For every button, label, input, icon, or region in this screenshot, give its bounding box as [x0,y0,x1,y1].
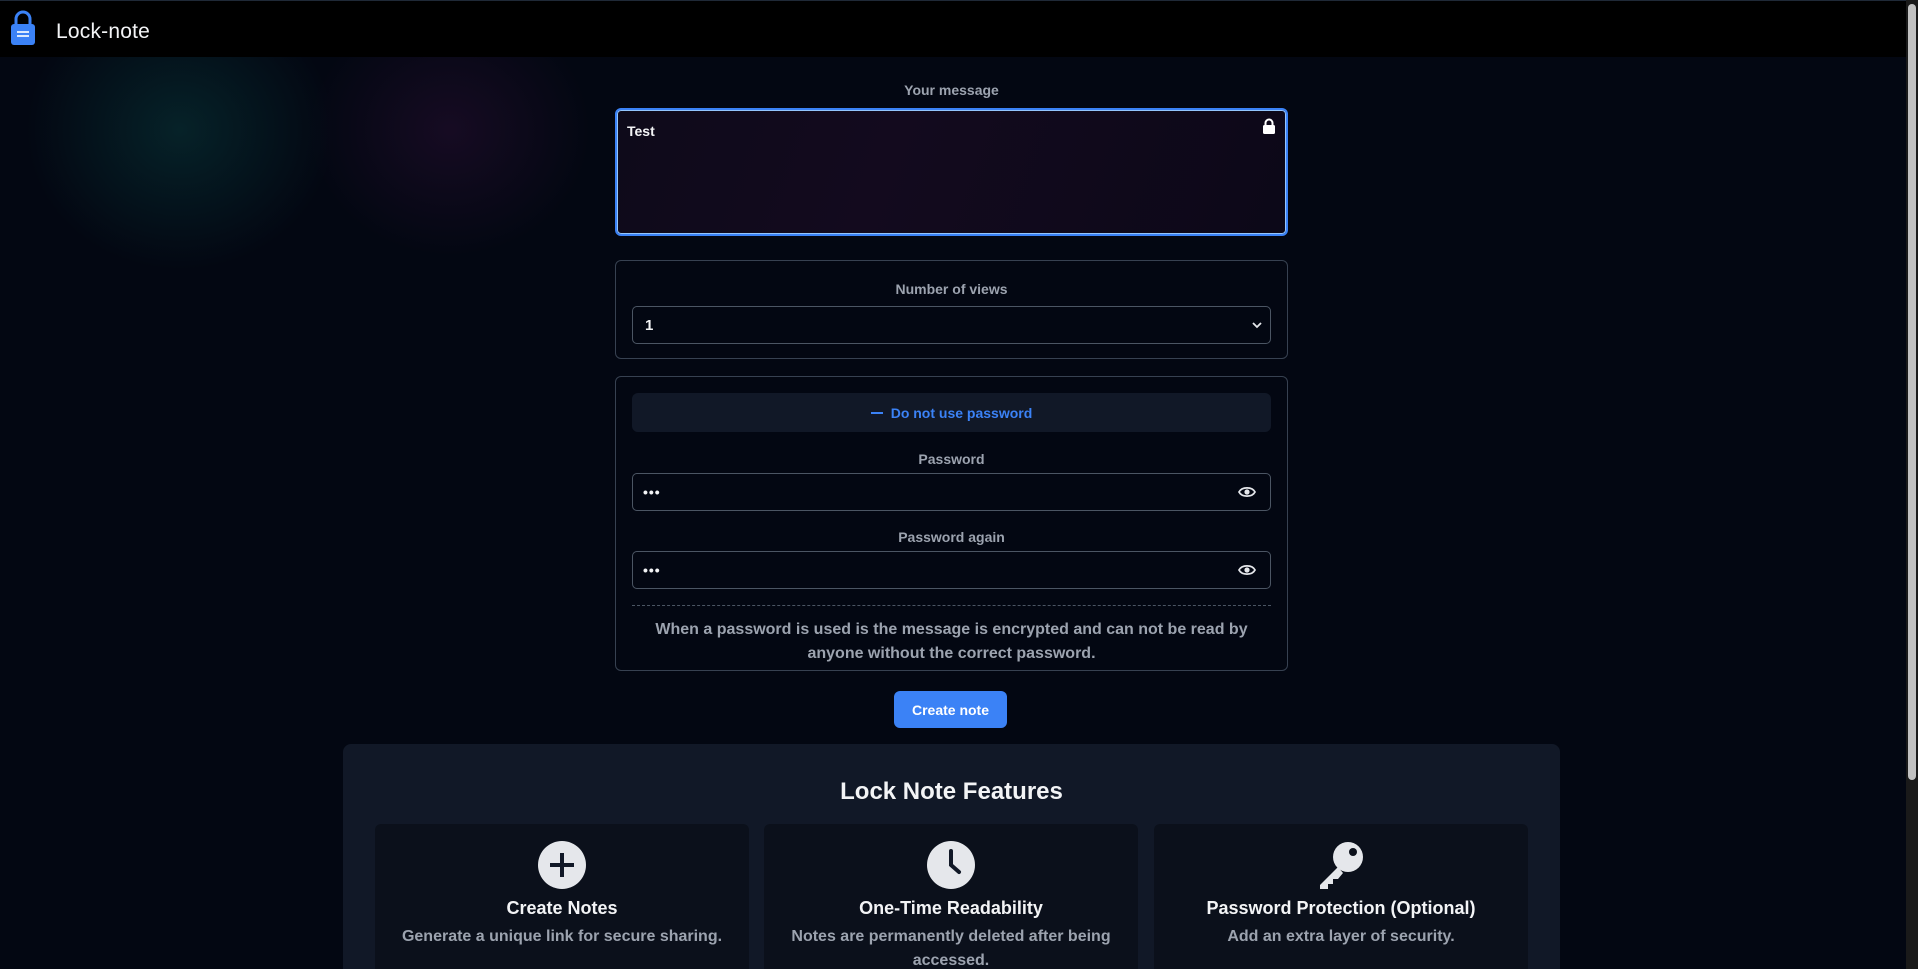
plus-circle-icon [538,841,586,889]
note-form: Your message Number of views 1 Do not us… [615,80,1288,671]
feature-desc: Generate a unique link for secure sharin… [401,928,723,945]
message-textarea[interactable] [617,110,1286,234]
page: Lock-note Your message Number of views 1… [0,0,1918,969]
feature-desc: Notes are permanently deleted after bein… [791,928,1111,969]
clock-icon [927,841,975,889]
message-label: Your message [904,82,999,98]
message-box [615,108,1288,236]
page-scrollbar[interactable] [1906,0,1918,969]
password-again-value: ••• [643,562,661,578]
feature-card-one-time: One-Time Readability Notes are permanent… [764,824,1138,969]
create-note-button[interactable]: Create note [894,691,1007,728]
lock-logo-icon[interactable] [8,9,38,47]
password-hint: When a password is used is the message i… [632,605,1271,666]
password-input[interactable]: ••• [632,473,1271,511]
password-label: Password [918,451,985,467]
views-select[interactable]: 1 [632,306,1271,344]
top-bar: Lock-note [0,0,1906,57]
features-heading: Lock Note Features [840,778,1063,805]
no-password-label: Do not use password [890,404,1033,421]
lock-icon [1263,118,1275,134]
views-label: Number of views [895,281,1008,297]
app-title[interactable]: Lock-note [56,20,150,44]
feature-desc: Add an extra layer of security. [1227,928,1455,945]
views-selected-value: 1 [645,316,654,334]
eye-icon[interactable] [1238,485,1256,499]
chevron-down-icon [1252,322,1262,329]
password-value: ••• [643,484,661,500]
features-section: Lock Note Features Create Notes Generate… [343,744,1560,969]
eye-icon[interactable] [1238,563,1256,577]
key-icon [1320,842,1363,889]
feature-title: Password Protection (Optional) [1206,898,1476,918]
feature-card-create-notes: Create Notes Generate a unique link for … [375,824,749,969]
feature-title: Create Notes [506,898,618,918]
feature-title: One-Time Readability [859,898,1043,918]
feature-card-password: Password Protection (Optional) Add an ex… [1154,824,1528,969]
no-password-toggle[interactable]: Do not use password [632,393,1271,432]
password-again-label: Password again [898,529,1005,545]
views-card: Number of views 1 [615,260,1288,359]
scrollbar-thumb[interactable] [1908,4,1916,780]
minus-icon [870,411,883,414]
password-card: Do not use password Password ••• Passwor… [615,376,1288,671]
password-again-input[interactable]: ••• [632,551,1271,589]
